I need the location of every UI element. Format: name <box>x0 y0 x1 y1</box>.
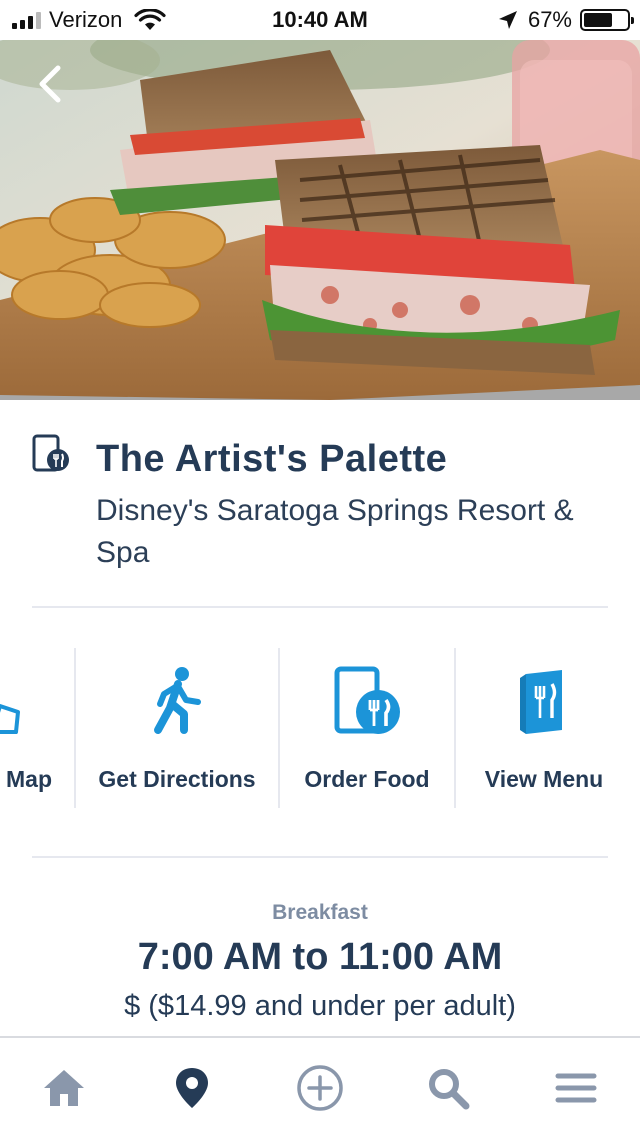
get-directions-label: Get Directions <box>98 766 256 792</box>
plus-circle-icon[interactable] <box>296 1064 344 1112</box>
status-right: 67% <box>498 6 634 34</box>
food-photo-image <box>0 40 640 400</box>
search-icon[interactable] <box>424 1064 472 1112</box>
hero-photo <box>0 40 640 400</box>
location-pin-icon[interactable] <box>168 1064 216 1112</box>
meal-hours: 7:00 AM to 11:00 AM <box>137 936 503 978</box>
view-menu-label: View Menu <box>484 766 604 792</box>
menu-icon <box>520 670 562 734</box>
restaurant-location: Disney's Saratoga Springs Resort & Spa <box>96 494 574 569</box>
battery-fill <box>584 13 613 27</box>
map-label: Map <box>6 766 52 792</box>
order-food-button[interactable]: Order Food <box>280 648 454 808</box>
home-icon[interactable] <box>40 1064 88 1112</box>
order-food-label: Order Food <box>304 766 430 792</box>
view-menu-button[interactable]: View Menu <box>456 648 632 808</box>
restaurant-header: The Artist's Palette Disney's Saratoga S… <box>0 400 640 605</box>
location-services-icon <box>498 11 517 29</box>
battery-percentage: 67% <box>527 7 572 32</box>
price-range: $ ($14.99 and under per adult) <box>124 990 516 1022</box>
hamburger-menu-icon[interactable] <box>552 1064 600 1112</box>
page-title: The Artist's Palette <box>96 438 448 480</box>
mobile-order-icon <box>334 666 400 734</box>
action-bar: Map Get Directions Order Food View Menu <box>0 648 640 808</box>
tab-bar <box>0 1036 640 1136</box>
battery-icon <box>580 9 634 31</box>
status-bar: Verizon 10:40 AM 67% <box>0 0 640 40</box>
divider <box>32 856 608 858</box>
walking-person-icon <box>154 667 201 734</box>
get-directions-button[interactable]: Get Directions <box>76 648 278 808</box>
map-icon <box>0 704 20 734</box>
divider <box>32 606 608 608</box>
meal-period: Breakfast <box>272 901 368 924</box>
mobile-order-icon <box>32 434 69 472</box>
back-button[interactable] <box>30 62 70 106</box>
map-button[interactable]: Map <box>0 648 74 808</box>
